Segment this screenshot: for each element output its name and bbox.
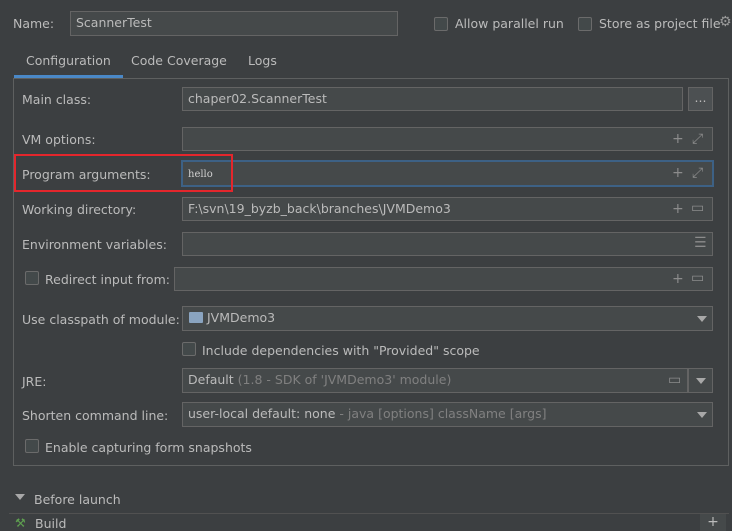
redirect-input[interactable] [174,267,713,291]
tab-logs[interactable]: Logs [248,48,277,78]
include-deps-checkbox[interactable] [182,342,196,356]
before-launch-toggle-icon[interactable] [15,494,25,500]
capture-checkbox[interactable] [25,439,39,453]
shorten-select[interactable]: user-local default: none - java [options… [182,402,713,427]
module-folder-icon [189,312,203,323]
jre-dropdown-arrow [696,378,706,384]
vm-options-label: VM options: [22,132,96,147]
env-vars-input[interactable] [182,232,713,256]
tab-configuration[interactable]: Configuration [14,48,123,78]
classpath-select[interactable]: JVMDemo3 [182,306,713,331]
folder-icon[interactable]: ▭ [691,201,704,215]
store-project-checkbox[interactable] [578,17,592,31]
shorten-label: Shorten command line: [22,408,169,423]
redirect-checkbox[interactable] [25,271,39,285]
capture-label: Enable capturing form snapshots [45,440,252,455]
program-args-input[interactable]: hello [182,161,713,186]
program-args-expand-icon[interactable]: ⤢ [692,166,703,180]
classpath-label: Use classpath of module: [22,312,180,327]
include-deps-label: Include dependencies with "Provided" sco… [202,343,480,358]
jre-select[interactable]: Default (1.8 - SDK of 'JVMDemo3' module) [182,368,688,393]
tab-code-coverage[interactable]: Code Coverage [131,48,227,78]
vm-add-icon[interactable]: + [672,132,684,146]
redirect-label: Redirect input from: [45,272,170,287]
main-class-browse-button[interactable]: ... [688,87,713,111]
main-class-label: Main class: [22,92,92,107]
main-class-input[interactable]: chaper02.ScannerTest [182,87,683,111]
working-dir-input[interactable]: F:\svn\19_byzb_back\branches\JVMDemo3 [182,197,713,221]
shorten-dropdown-arrow[interactable] [697,412,707,418]
store-project-label: Store as project file [599,16,721,31]
classpath-dropdown-arrow[interactable] [697,316,707,322]
jre-folder-icon[interactable]: ▭ [668,373,681,387]
program-args-add-icon[interactable]: + [672,166,684,180]
gear-icon[interactable]: ⚙ [719,14,732,30]
build-hammer-icon: ⚒ [15,516,26,530]
jre-label: JRE: [22,374,47,389]
vm-options-input[interactable] [182,127,713,151]
allow-parallel-checkbox[interactable] [434,17,448,31]
name-input[interactable]: ScannerTest [70,11,398,36]
vm-expand-icon[interactable]: ⤢ [692,132,703,146]
allow-parallel-label: Allow parallel run [455,16,564,31]
env-vars-label: Environment variables: [22,237,167,252]
working-dir-add-icon[interactable]: + [672,202,684,216]
highlight-box [14,154,233,192]
redirect-add-icon[interactable]: + [672,272,684,286]
working-dir-label: Working directory: [22,202,137,217]
before-launch-title[interactable]: Before launch [34,492,121,507]
list-icon[interactable]: ☰ [694,236,707,250]
before-launch-add-icon[interactable]: + [700,514,726,531]
before-launch-item-build[interactable]: Build [35,516,66,531]
name-label: Name: [13,16,55,31]
folder-icon[interactable]: ▭ [691,271,704,285]
before-launch-list [9,513,729,531]
